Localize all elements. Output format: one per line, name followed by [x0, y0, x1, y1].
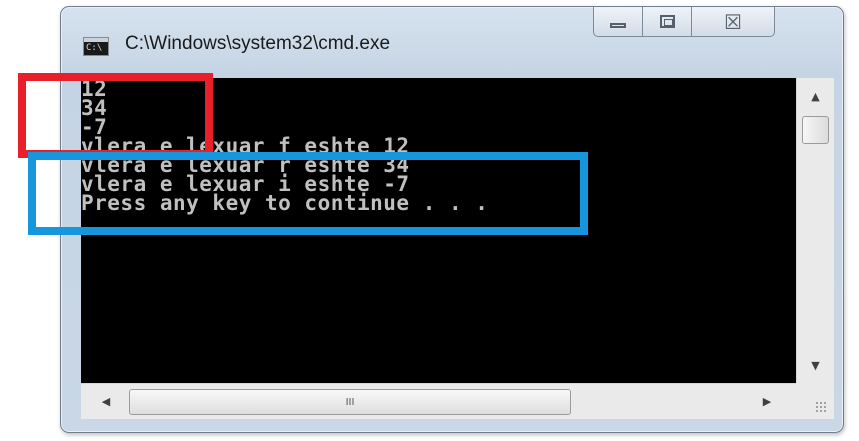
- grip-lines-icon: III: [345, 396, 355, 408]
- vertical-scrollbar[interactable]: ▲ ▼: [796, 78, 834, 383]
- minimize-icon: [610, 23, 626, 28]
- scroll-up-icon[interactable]: ▲: [797, 84, 834, 108]
- scroll-right-icon[interactable]: ▶: [752, 384, 782, 419]
- maximize-icon: [659, 15, 675, 28]
- horizontal-scroll-thumb[interactable]: III: [129, 389, 571, 415]
- minimize-button[interactable]: [593, 7, 643, 37]
- resize-grip[interactable]: [796, 383, 834, 419]
- scroll-left-icon[interactable]: ◀: [91, 384, 121, 419]
- cmd-icon[interactable]: C:\: [83, 37, 109, 56]
- window-title: C:\Windows\system32\cmd.exe: [125, 33, 391, 54]
- horizontal-scrollbar[interactable]: ◀ III ▶: [81, 383, 796, 419]
- close-button[interactable]: ☒: [691, 7, 775, 37]
- blue-highlight-box: [28, 152, 588, 235]
- caption-buttons: ☒: [593, 7, 833, 41]
- resize-grip-icon: [815, 401, 827, 413]
- cmd-icon-text: C:\: [86, 43, 103, 53]
- red-highlight-box: [18, 73, 213, 158]
- close-icon: ☒: [724, 9, 742, 34]
- maximize-button[interactable]: [642, 7, 692, 37]
- vertical-scroll-thumb[interactable]: [802, 116, 829, 144]
- scroll-down-icon[interactable]: ▼: [797, 353, 834, 377]
